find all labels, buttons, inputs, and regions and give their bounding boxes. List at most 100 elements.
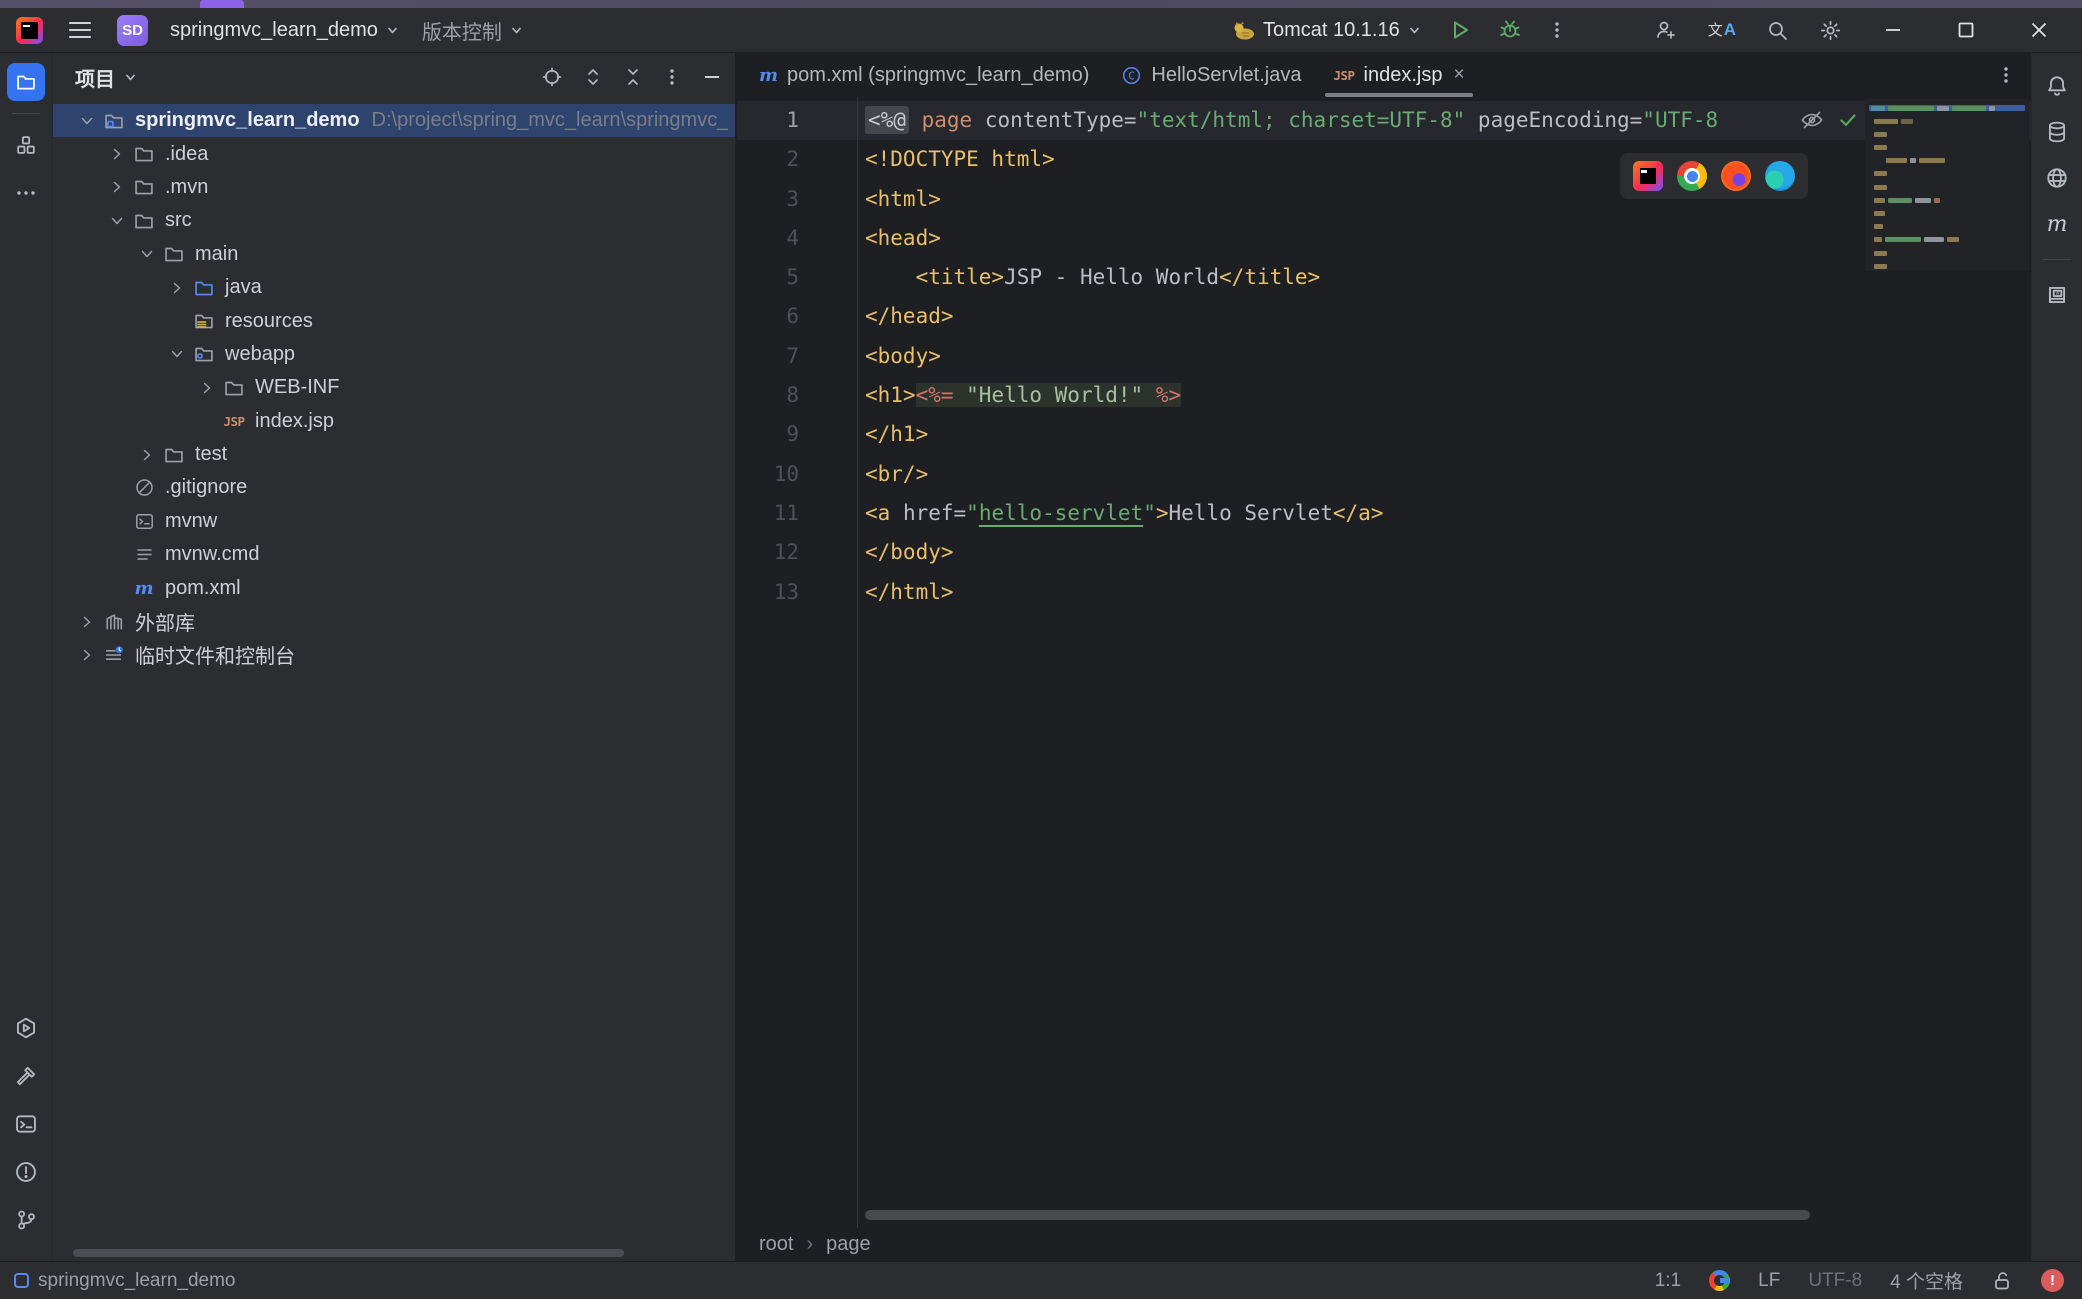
tab-pom.xml[interactable]: mpom.xml (springmvc_learn_demo) [743, 53, 1105, 97]
minimap-token [1874, 171, 1887, 176]
debug-button[interactable] [1498, 18, 1522, 42]
status-google-g[interactable] [1709, 1270, 1730, 1291]
tree-item-.mvn[interactable]: .mvn [53, 171, 735, 204]
chevron-down-icon [385, 23, 400, 38]
tree-item-label: springmvc_learn_demo [135, 109, 360, 132]
tree-item-mvnw.cmd[interactable]: mvnw.cmd [53, 538, 735, 571]
breadcrumbs: root›page [737, 1228, 2031, 1261]
window-close-button[interactable] [2028, 19, 2050, 41]
tree-item-.gitignore[interactable]: .gitignore [53, 471, 735, 504]
tool-window-build-button[interactable] [7, 1057, 45, 1095]
highlighting-level-eye-icon[interactable] [1799, 108, 1825, 132]
chevron-right-icon[interactable] [163, 280, 191, 296]
project-panel-options-button[interactable] [663, 67, 681, 87]
tree-item-label: java [225, 276, 262, 299]
project-horizontal-scrollbar[interactable] [73, 1249, 624, 1257]
tool-window-documentation-button[interactable]: A [2038, 276, 2076, 314]
tree-item-main[interactable]: main [53, 238, 735, 271]
firefox-browser-icon[interactable] [1721, 161, 1751, 191]
tool-window-git-button[interactable] [7, 1201, 45, 1239]
chevron-right-icon[interactable] [103, 179, 131, 195]
tree-item--[interactable]: 外部库 [53, 605, 735, 638]
status-project-widget[interactable]: springmvc_learn_demo [14, 1270, 236, 1292]
status-4-[interactable]: 4 个空格 [1890, 1267, 1963, 1294]
notifications-button[interactable] [2038, 67, 2076, 105]
tree-item-index.jsp[interactable]: JSPindex.jsp [53, 405, 735, 438]
tool-window-database-button[interactable] [2038, 113, 2076, 151]
tool-window-terminal-button[interactable] [7, 1105, 45, 1143]
tree-item-java[interactable]: java [53, 271, 735, 304]
tab-list-options-button[interactable] [1997, 65, 2015, 85]
edge-browser-icon[interactable] [1765, 161, 1795, 191]
tree-item--[interactable]: 临时文件和控制台 [53, 638, 735, 671]
tree-item-mvnw[interactable]: mvnw [53, 505, 735, 538]
status-lock-open[interactable] [1991, 1270, 2013, 1292]
idea-browser-icon[interactable] [1633, 161, 1663, 191]
tool-window-problems-button[interactable] [7, 1153, 45, 1191]
vcs-widget[interactable]: 版本控制 [422, 16, 524, 45]
search-everywhere-button[interactable] [1766, 19, 1789, 42]
locate-file-button[interactable] [541, 66, 563, 88]
run-button[interactable] [1448, 18, 1472, 42]
collapse-all-button[interactable] [623, 66, 643, 88]
tree-item-resources[interactable]: resources [53, 304, 735, 337]
status-error-badge[interactable]: ! [2041, 1269, 2064, 1292]
window-maximize-button[interactable] [1956, 20, 1976, 40]
tree-item-web-inf[interactable]: WEB-INF [53, 371, 735, 404]
hide-panel-button[interactable] [701, 66, 723, 88]
folder-web-icon [191, 342, 217, 366]
translate-icon[interactable]: 文A [1708, 20, 1736, 40]
code-minimap[interactable] [1865, 99, 2029, 271]
chevron-right-icon[interactable] [193, 380, 221, 396]
more-tool-windows-button[interactable] [7, 174, 45, 212]
tool-window-services-button[interactable] [7, 1009, 45, 1047]
chevron-right-icon[interactable] [133, 447, 161, 463]
tool-window-endpoints-button[interactable] [2038, 159, 2076, 197]
line-number: 9 [737, 415, 799, 454]
status-LF[interactable]: LF [1758, 1270, 1780, 1292]
tab-index.jsp[interactable]: JSPindex.jsp× [1317, 53, 1480, 97]
expand-all-button[interactable] [583, 66, 603, 88]
breadcrumb-root[interactable]: root [759, 1233, 793, 1256]
tree-item-label: webapp [225, 343, 295, 366]
status-1:1[interactable]: 1:1 [1655, 1270, 1681, 1292]
chevron-right-icon[interactable] [103, 146, 131, 162]
chevron-down-icon[interactable] [73, 113, 101, 129]
tree-item-src[interactable]: src [53, 204, 735, 237]
folder-icon [131, 209, 157, 233]
breadcrumb-page[interactable]: page [826, 1233, 871, 1256]
status-UTF-8[interactable]: UTF-8 [1808, 1270, 1862, 1292]
chevron-down-icon[interactable] [103, 213, 131, 229]
run-configuration-selector[interactable]: Tomcat 10.1.16 [1232, 19, 1422, 42]
tool-window-maven-button[interactable]: m [2038, 205, 2076, 243]
chevron-down-icon[interactable] [163, 346, 191, 362]
line-number: 8 [737, 376, 799, 415]
code-with-me-button[interactable] [1654, 18, 1678, 42]
tab-close-icon[interactable]: × [1453, 64, 1464, 86]
chevron-down-icon[interactable] [123, 70, 138, 85]
editor-horizontal-scrollbar[interactable] [865, 1210, 1810, 1220]
settings-button[interactable] [1819, 19, 1842, 42]
code-area[interactable]: <%@ page contentType="text/html; charset… [858, 97, 2031, 1228]
main-menu-button[interactable] [65, 18, 95, 43]
chevron-down-icon[interactable] [133, 246, 161, 262]
chrome-browser-icon[interactable] [1677, 161, 1707, 191]
tree-item-pom.xml[interactable]: mpom.xml [53, 571, 735, 604]
window-minimize-button[interactable] [1882, 19, 1904, 41]
code-token: %> [1156, 383, 1181, 407]
minimap-line [1872, 131, 2022, 137]
more-run-options-button[interactable] [1548, 20, 1566, 40]
tree-item-.idea[interactable]: .idea [53, 137, 735, 170]
tool-window-project-button[interactable] [7, 63, 45, 101]
tree-item-springmvc_learn_demo[interactable]: springmvc_learn_demoD:\project\spring_mv… [53, 104, 735, 137]
code-token: </a> [1333, 501, 1384, 525]
chevron-right-icon[interactable] [73, 647, 101, 663]
chevron-right-icon[interactable] [73, 614, 101, 630]
minimap-line [1872, 184, 2022, 190]
tab-helloservlet.java[interactable]: CHelloServlet.java [1105, 53, 1317, 97]
tree-item-test[interactable]: test [53, 438, 735, 471]
editor-body[interactable]: 12345678910111213 <%@ page contentType="… [737, 97, 2031, 1228]
project-selector[interactable]: springmvc_learn_demo [170, 19, 400, 42]
tree-item-webapp[interactable]: webapp [53, 338, 735, 371]
tool-window-structure-button[interactable] [7, 126, 45, 164]
